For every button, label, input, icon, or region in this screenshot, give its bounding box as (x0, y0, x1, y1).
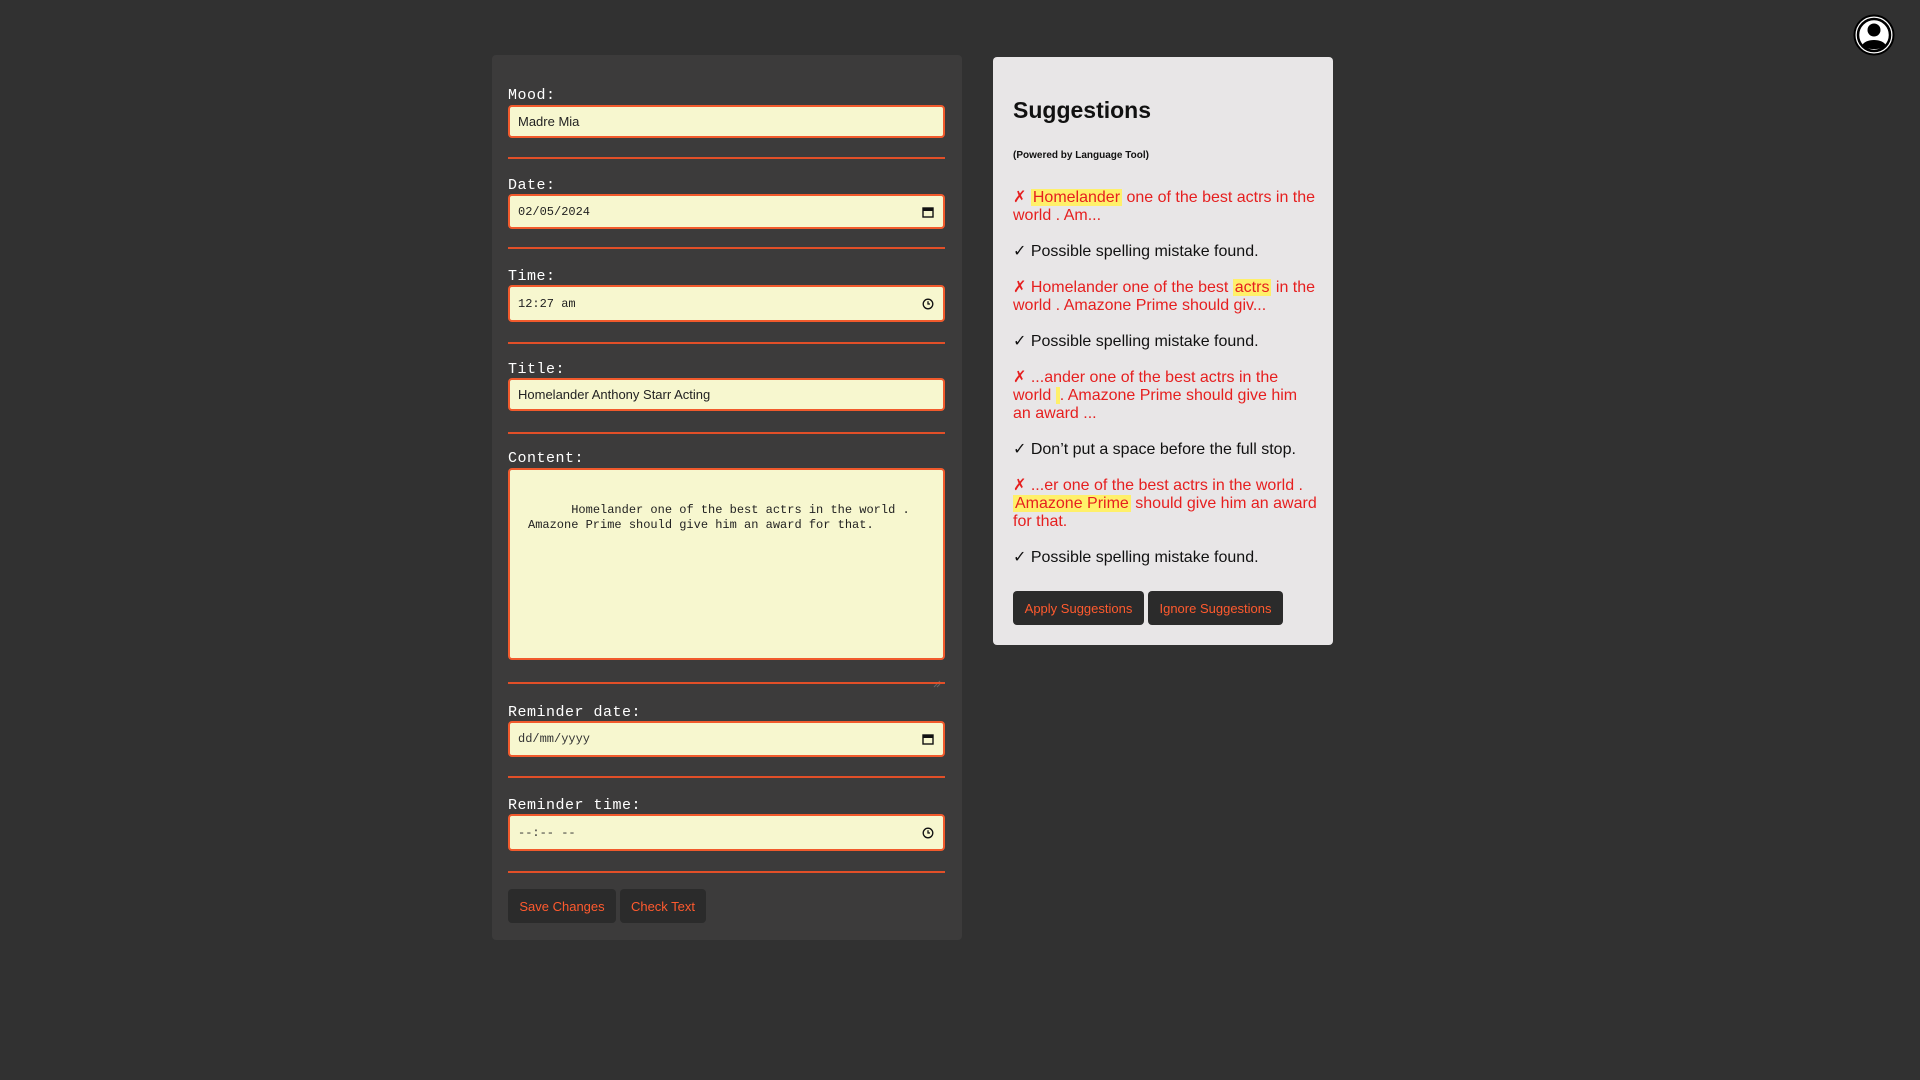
error-mark-icon: ✗ (1013, 369, 1027, 386)
date-value: 02/05/2024 (518, 204, 591, 219)
content-label: Content: (508, 450, 585, 467)
error-mark-icon: ✗ (1013, 279, 1027, 296)
time-label: Time: (508, 268, 556, 285)
separator (508, 871, 945, 873)
reminder-time-label: Reminder time: (508, 797, 642, 814)
title-input[interactable]: Homelander Anthony Starr Acting (508, 378, 945, 411)
separator (508, 432, 945, 434)
reminder-time-input[interactable]: --:-- -- (508, 814, 945, 851)
error-highlight[interactable]: Homelander (1030, 189, 1123, 206)
suggestion-error-context: ✗ ...er one of the best actrs in the wor… (1013, 477, 1318, 531)
context-text: Homelander one of the best (1026, 279, 1233, 296)
user-avatar-icon[interactable] (1853, 14, 1895, 56)
separator (508, 247, 945, 249)
mood-value: Madre Mia (518, 114, 580, 129)
calendar-icon[interactable] (921, 205, 935, 219)
save-changes-button[interactable]: Save Changes (508, 889, 616, 923)
content-textarea[interactable]: Homelander one of the best actrs in the … (508, 468, 945, 688)
check-text-button[interactable]: Check Text (620, 889, 706, 923)
error-mark-icon: ✗ (1013, 189, 1027, 206)
error-highlight[interactable]: Amazone Prime (1013, 495, 1131, 512)
time-input[interactable]: 12:27 am (508, 285, 945, 322)
clock-icon[interactable] (921, 826, 935, 840)
mood-input[interactable]: Madre Mia (508, 105, 945, 138)
separator (508, 342, 945, 344)
reminder-time-placeholder: --:-- -- (518, 825, 576, 840)
separator (508, 776, 945, 778)
time-value: 12:27 am (518, 296, 576, 311)
title-label: Title: (508, 361, 566, 378)
clock-icon[interactable] (921, 297, 935, 311)
calendar-icon[interactable] (921, 732, 935, 746)
reminder-date-input[interactable]: dd/mm/yyyy (508, 721, 945, 757)
error-highlight[interactable]: actrs (1232, 279, 1272, 296)
apply-suggestions-button[interactable]: Apply Suggestions (1013, 591, 1144, 625)
suggestion-message: ✓ Possible spelling mistake found. (1013, 333, 1259, 350)
date-label: Date: (508, 177, 556, 194)
reminder-date-label: Reminder date: (508, 704, 642, 721)
entry-form-panel: Mood: Madre Mia Date: 02/05/2024 Time: 1… (492, 55, 962, 940)
suggestion-error-context: ✗ Homelander one of the best actrs in th… (1013, 279, 1318, 315)
mood-label: Mood: (508, 87, 556, 104)
date-input[interactable]: 02/05/2024 (508, 194, 945, 229)
suggestions-title: Suggestions (1013, 97, 1152, 123)
suggestions-list: ✗ Homelander one of the best actrs in th… (1013, 189, 1318, 567)
context-text: ...er one of the best actrs in the world… (1026, 477, 1303, 494)
suggestion-error-context: ✗ Homelander one of the best actrs in th… (1013, 189, 1318, 225)
error-mark-icon: ✗ (1013, 477, 1027, 494)
title-value: Homelander Anthony Starr Acting (518, 387, 711, 402)
powered-by-text: (Powered by Language Tool) (1013, 150, 1149, 161)
content-value: Homelander one of the best actrs in the … (528, 503, 910, 532)
suggestion-message: ✓ Possible spelling mistake found. (1013, 243, 1259, 260)
separator (508, 682, 945, 684)
separator (508, 157, 945, 159)
suggestion-error-context: ✗ ...ander one of the best actrs in the … (1013, 369, 1318, 423)
ignore-suggestions-button[interactable]: Ignore Suggestions (1148, 591, 1283, 625)
resize-handle-icon[interactable] (933, 648, 941, 688)
reminder-date-placeholder: dd/mm/yyyy (518, 732, 591, 746)
suggestion-message: ✓ Possible spelling mistake found. (1013, 549, 1259, 566)
suggestion-message: ✓ Don’t put a space before the full stop… (1013, 441, 1296, 458)
